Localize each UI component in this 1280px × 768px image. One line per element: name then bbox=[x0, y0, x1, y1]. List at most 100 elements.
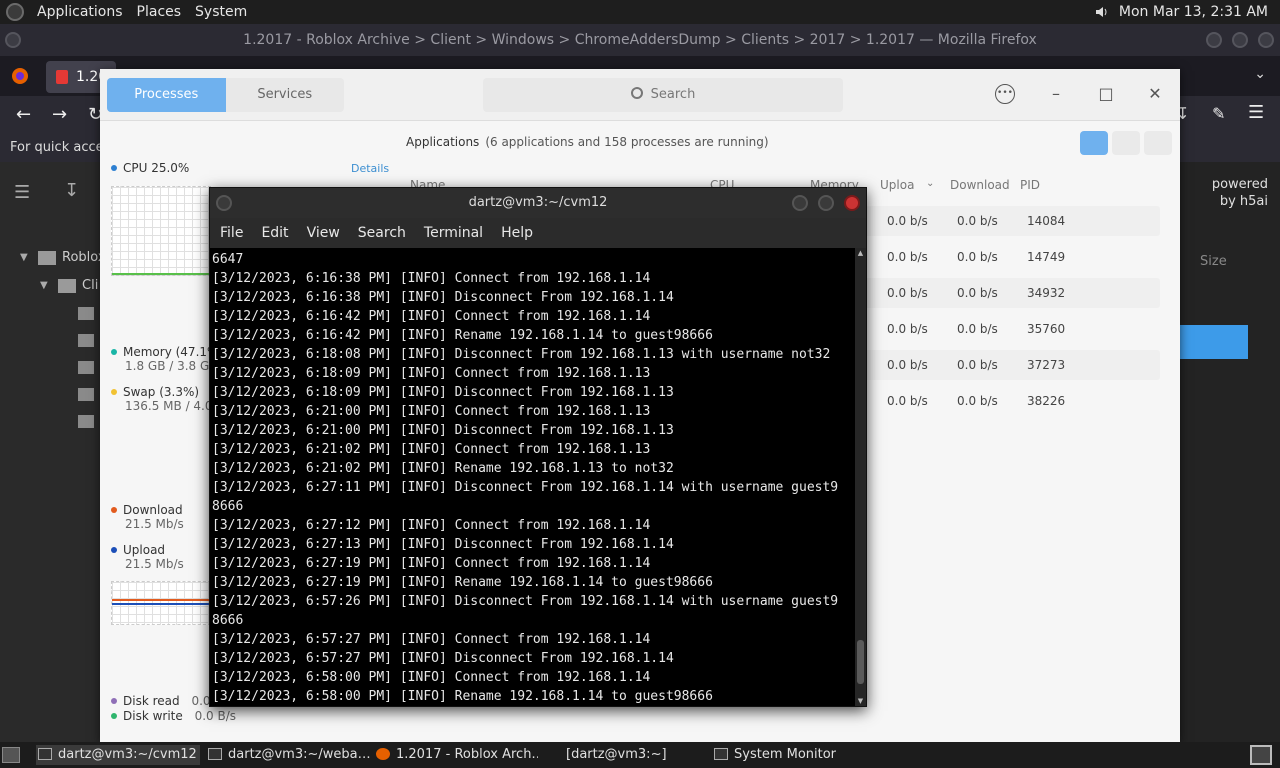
details-link[interactable]: Details bbox=[351, 162, 389, 175]
tree-toggle-icon[interactable]: ▼ bbox=[20, 252, 28, 263]
more-options-icon[interactable]: ••• bbox=[995, 84, 1015, 104]
minimize-icon[interactable] bbox=[792, 195, 808, 211]
col-upload[interactable]: Upload bbox=[880, 178, 914, 192]
folder-icon bbox=[38, 251, 56, 265]
menu-terminal[interactable]: Terminal bbox=[424, 225, 493, 241]
scroll-up-icon[interactable]: ▲ bbox=[855, 248, 866, 258]
taskbar-item[interactable]: System Monitor bbox=[712, 745, 876, 765]
hamburger-menu-icon[interactable]: ☰ bbox=[1248, 102, 1264, 123]
apps-view-button[interactable] bbox=[1080, 131, 1108, 155]
maximize-icon[interactable] bbox=[1232, 32, 1248, 48]
table-row[interactable]: 0.0 b/s 0.0 b/s 35760 bbox=[864, 314, 1160, 344]
tree-folder-label[interactable]: Roblox bbox=[62, 250, 106, 265]
powered-link[interactable]: by h5ai bbox=[1212, 193, 1268, 210]
terminal-line: [3/12/2023, 6:21:02 PM] [INFO] Connect f… bbox=[212, 442, 651, 457]
tree-toggle-icon[interactable]: ▼ bbox=[40, 280, 48, 291]
table-row[interactable]: 0.0 b/s 0.0 b/s 34932 bbox=[864, 278, 1160, 308]
menu-applications[interactable]: Applications bbox=[30, 4, 130, 20]
memory-value: 1.8 GB / 3.8 GB bbox=[125, 359, 218, 373]
taskbar-item[interactable]: [dartz@vm3:~] bbox=[544, 745, 708, 765]
terminal-icon bbox=[546, 748, 560, 760]
window-menu-icon[interactable] bbox=[5, 32, 21, 48]
taskbar-item-label: 1.2017 - Roblox Arch… bbox=[396, 747, 538, 762]
terminal-scrollbar[interactable]: ▲ ▼ bbox=[855, 248, 866, 706]
close-icon[interactable] bbox=[1258, 32, 1274, 48]
menu-system[interactable]: System bbox=[188, 4, 254, 20]
folder-icon[interactable] bbox=[78, 388, 94, 401]
memory-metric[interactable]: Memory (47.1% 1.8 GB / 3.8 GB bbox=[111, 345, 218, 373]
disk-write-metric[interactable]: Disk write 0.0 B/s bbox=[111, 709, 236, 723]
favicon-icon bbox=[56, 70, 68, 84]
terminal-line: 8666 bbox=[212, 499, 244, 514]
menu-icon[interactable]: ☰ bbox=[14, 182, 30, 203]
col-download[interactable]: Download bbox=[950, 178, 1010, 192]
workspace-switcher-icon[interactable] bbox=[1250, 745, 1272, 765]
terminal-output[interactable]: 6647 [3/12/2023, 6:16:38 PM] [INFO] Conne… bbox=[210, 248, 857, 706]
terminal-icon bbox=[38, 748, 52, 760]
taskbar-item[interactable]: dartz@vm3:~/weba… bbox=[206, 745, 370, 765]
tree-view-button[interactable] bbox=[1144, 131, 1172, 155]
taskbar-item[interactable]: 1.2017 - Roblox Arch… bbox=[374, 745, 538, 765]
menu-help[interactable]: Help bbox=[501, 225, 543, 241]
user-view-button[interactable] bbox=[1112, 131, 1140, 155]
menu-search[interactable]: Search bbox=[358, 225, 416, 241]
extensions-icon[interactable]: ✎ bbox=[1212, 104, 1225, 123]
sort-chevron-down-icon[interactable]: ⌄ bbox=[926, 178, 934, 189]
minimize-icon[interactable]: – bbox=[1046, 84, 1066, 104]
system-monitor-icon bbox=[714, 748, 728, 760]
terminal-line: [3/12/2023, 6:27:12 PM] [INFO] Connect f… bbox=[212, 518, 651, 533]
selected-row-highlight[interactable] bbox=[1180, 325, 1248, 359]
table-row[interactable]: 0.0 b/s 0.0 b/s 14749 bbox=[864, 242, 1160, 272]
back-icon[interactable]: ← bbox=[16, 104, 31, 125]
scrollbar-thumb[interactable] bbox=[857, 640, 864, 684]
col-pid[interactable]: PID bbox=[1020, 178, 1040, 192]
show-desktop-icon[interactable] bbox=[2, 747, 20, 763]
taskbar-item-label: dartz@vm3:~/weba… bbox=[228, 747, 370, 762]
clock[interactable]: Mon Mar 13, 2:31 AM bbox=[1119, 4, 1268, 20]
minimize-icon[interactable] bbox=[1206, 32, 1222, 48]
disk-read-label: Disk read bbox=[123, 694, 180, 708]
swap-color-dot bbox=[111, 389, 117, 395]
download-metric[interactable]: Download 21.5 Mb/s bbox=[111, 503, 184, 531]
table-row[interactable]: 0.0 b/s 0.0 b/s 37273 bbox=[864, 350, 1160, 380]
table-row[interactable]: 0.0 b/s 0.0 b/s 38226 bbox=[864, 386, 1160, 416]
terminal-title: dartz@vm3:~/cvm12 bbox=[468, 195, 608, 210]
row-pid: 34932 bbox=[1027, 286, 1066, 300]
scroll-down-icon[interactable]: ▼ bbox=[855, 696, 866, 706]
gnome-foot-icon[interactable] bbox=[6, 3, 24, 21]
chevron-down-icon[interactable]: ⌄ bbox=[1254, 66, 1266, 82]
menu-edit[interactable]: Edit bbox=[261, 225, 298, 241]
folder-icon[interactable] bbox=[78, 307, 94, 320]
disk-write-color-dot bbox=[111, 713, 117, 719]
volume-icon[interactable] bbox=[1095, 5, 1109, 19]
folder-icon[interactable] bbox=[78, 361, 94, 374]
menu-file[interactable]: File bbox=[220, 225, 253, 241]
row-pid: 35760 bbox=[1027, 322, 1066, 336]
menu-places[interactable]: Places bbox=[130, 4, 189, 20]
terminal-line: [3/12/2023, 6:16:42 PM] [INFO] Connect f… bbox=[212, 309, 651, 324]
cpu-metric[interactable]: CPU 25.0% bbox=[111, 161, 189, 175]
folder-icon[interactable] bbox=[78, 415, 94, 428]
table-row[interactable]: 0.0 b/s 0.0 b/s 14084 bbox=[864, 206, 1160, 236]
upload-metric[interactable]: Upload 21.5 Mb/s bbox=[111, 543, 184, 571]
maximize-icon[interactable]: □ bbox=[1096, 84, 1116, 104]
download-icon[interactable]: ↧ bbox=[64, 180, 79, 201]
firefox-icon[interactable] bbox=[11, 67, 29, 85]
close-icon[interactable]: ✕ bbox=[1145, 84, 1165, 104]
size-column-header[interactable]: Size bbox=[1200, 254, 1227, 269]
disk-read-metric[interactable]: Disk read 0.0 bbox=[111, 694, 211, 708]
taskbar-item[interactable]: dartz@vm3:~/cvm12 bbox=[36, 745, 200, 765]
tab-processes[interactable]: Processes bbox=[107, 78, 226, 112]
forward-icon[interactable]: → bbox=[52, 104, 67, 125]
menu-view[interactable]: View bbox=[307, 225, 350, 241]
terminal-menubar: File Edit View Search Terminal Help bbox=[210, 218, 866, 248]
window-menu-icon[interactable] bbox=[216, 195, 232, 211]
tab-services[interactable]: Services bbox=[226, 78, 345, 112]
row-upload: 0.0 b/s bbox=[887, 358, 928, 372]
maximize-icon[interactable] bbox=[818, 195, 834, 211]
close-icon[interactable] bbox=[844, 195, 860, 211]
folder-icon[interactable] bbox=[78, 334, 94, 347]
search-input[interactable]: Search bbox=[483, 78, 843, 112]
disk-write-label: Disk write bbox=[123, 709, 183, 723]
tree-subfolder-label[interactable]: Cli bbox=[82, 278, 98, 293]
